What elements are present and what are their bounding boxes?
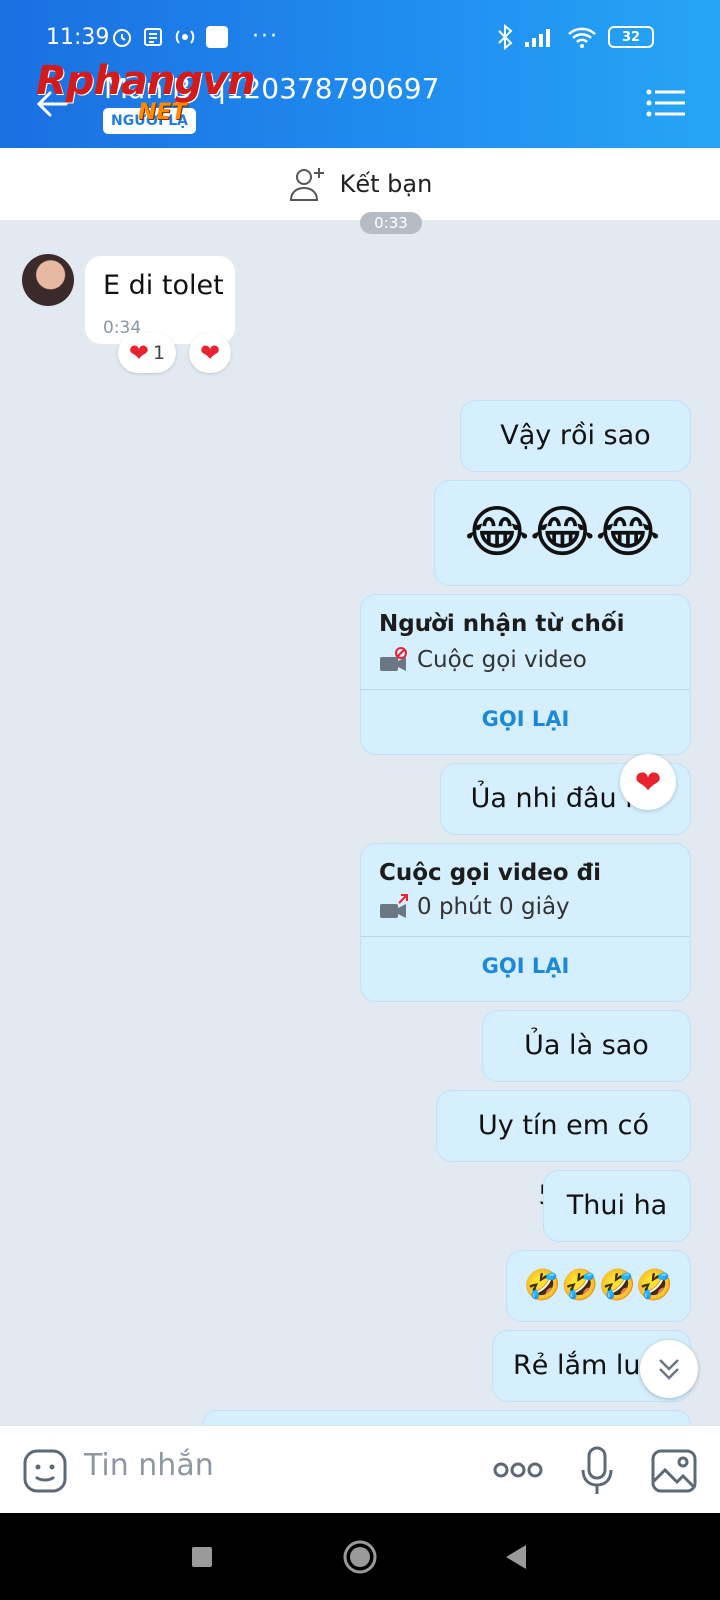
divider [361, 936, 690, 937]
message-text: Rẻ lắm lun [513, 1350, 658, 1381]
message-text: E di tolet [103, 270, 224, 301]
call-back-button[interactable]: GỌI LẠI [361, 954, 690, 978]
news-icon [144, 27, 162, 46]
chevron-double-down-icon [659, 1359, 679, 1380]
outgoing-message[interactable]: 🤣🤣🤣🤣 [506, 1250, 691, 1322]
status-system-icons: 32 [496, 24, 654, 50]
add-friend-label: Kết bạn [339, 170, 433, 198]
status-time: 11:39 [46, 25, 110, 50]
time-divider: 0:33 [360, 212, 422, 234]
outgoing-message[interactable]: Thui ha [543, 1170, 691, 1242]
hotspot-icon [175, 29, 195, 44]
battery-icon: 32 [608, 26, 654, 48]
reaction-count-value: 1 [153, 342, 166, 364]
video-call-outgoing-icon [380, 894, 408, 918]
call-subtitle: Cuộc gọi video [379, 647, 587, 673]
call-back-button[interactable]: GỌI LẠI [361, 707, 690, 731]
message-text: 😂😂😂 [464, 500, 661, 565]
reaction-count[interactable]: ❤ 1 [118, 333, 176, 373]
react-button[interactable]: ❤ [189, 333, 231, 373]
chat-header: 11:39 ··· 32 Man Bi q120378790697 NGƯỜI … [0, 0, 720, 148]
add-friend-button[interactable]: Kết bạn [0, 148, 720, 220]
system-navigation-bar [0, 1513, 720, 1600]
watermark-logo-suffix: NET [138, 100, 187, 125]
incoming-message[interactable]: E di tolet 0:34 [85, 256, 235, 344]
outgoing-message[interactable]: 😂😂😂 [434, 480, 691, 586]
call-title: Cuộc gọi video đi [379, 860, 601, 886]
heart-reaction-icon: ❤ [128, 339, 149, 367]
add-friend-icon [289, 168, 324, 201]
home-icon[interactable] [342, 1539, 378, 1575]
heart-reaction-icon[interactable]: ❤ [620, 754, 676, 810]
divider [361, 689, 690, 690]
call-subtitle-text: Cuộc gọi video [417, 647, 587, 673]
call-subtitle: 0 phút 0 giây [379, 894, 570, 920]
menu-icon[interactable] [646, 88, 686, 118]
outgoing-message[interactable]: Uy tín em có 50k [436, 1090, 691, 1211]
more-icon[interactable] [493, 1460, 543, 1480]
call-card-declined: Người nhận từ chối Cuộc gọi video GỌI LẠ… [360, 594, 691, 755]
outgoing-message[interactable]: Vậy rồi sao em [460, 400, 691, 521]
message-text: 🤣🤣🤣🤣 [523, 1268, 674, 1303]
recents-icon[interactable] [190, 1545, 214, 1569]
status-bar: 11:39 ··· 32 [0, 0, 720, 60]
scroll-to-bottom-button[interactable] [640, 1340, 698, 1398]
app-notification-icon [206, 25, 228, 48]
call-subtitle-text: 0 phút 0 giây [417, 894, 570, 920]
image-icon[interactable] [650, 1448, 698, 1494]
contact-avatar[interactable] [22, 254, 74, 306]
back-nav-icon[interactable] [504, 1543, 528, 1571]
alarm-icon [113, 28, 131, 47]
bluetooth-icon [498, 24, 513, 50]
more-notifications-icon: ··· [252, 24, 279, 49]
heart-react-icon: ❤ [199, 339, 221, 367]
status-notification-icons: ··· [110, 24, 279, 49]
call-card-outgoing: Cuộc gọi video đi 0 phút 0 giây GỌI LẠI [360, 843, 691, 1002]
message-composer: Tin nhắn [0, 1425, 720, 1513]
sticker-icon[interactable] [22, 1448, 68, 1494]
message-text: Thui ha [566, 1190, 668, 1221]
call-title: Người nhận từ chối [379, 611, 625, 637]
microphone-icon[interactable] [580, 1446, 614, 1496]
watermark-logo: Rphangvn [36, 58, 256, 104]
outgoing-message[interactable]: Ủa là sao em [482, 1010, 691, 1131]
video-call-missed-icon [380, 647, 407, 671]
signal-icon [525, 29, 550, 47]
wifi-icon [568, 27, 596, 48]
message-input[interactable]: Tin nhắn [84, 1448, 214, 1483]
